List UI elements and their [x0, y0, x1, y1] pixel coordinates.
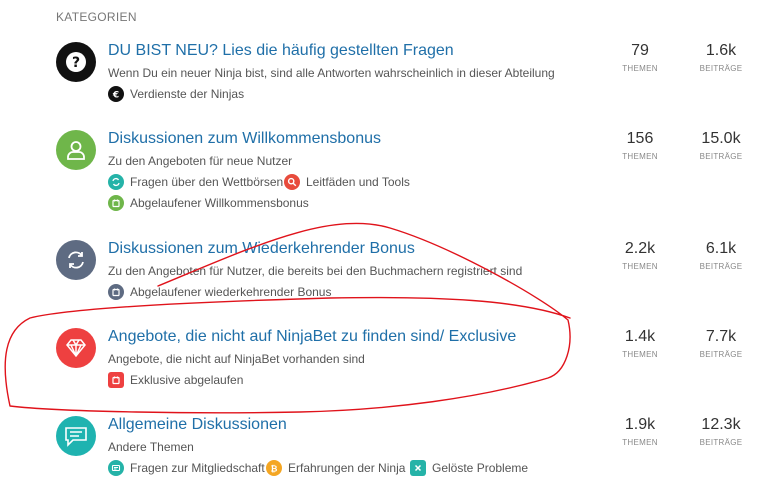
topics-label: THEMEN [622, 152, 658, 161]
topics-label: THEMEN [622, 262, 658, 271]
subcategory-label: Leitfäden und Tools [306, 175, 410, 189]
chat-icon [56, 416, 96, 456]
posts-count: 1.6k [705, 42, 737, 59]
posts-count: 7.7k [705, 328, 737, 345]
posts-label: BEITRÄGE [699, 262, 743, 271]
refresh-icon [56, 240, 96, 280]
posts-label: BEITRÄGE [699, 152, 743, 161]
category-title[interactable]: Angebote, die nicht auf NinjaBet zu find… [108, 328, 516, 346]
posts-stat: 12.3k BEITRÄGE [686, 416, 756, 447]
subcategory-link[interactable]: Abgelaufener Willkommensbonus [108, 195, 309, 211]
topics-label: THEMEN [622, 438, 658, 447]
posts-label: BEITRÄGE [699, 438, 743, 447]
posts-count: 6.1k [705, 240, 737, 257]
posts-stat: 6.1k BEITRÄGE [686, 240, 756, 271]
calendar-icon [108, 195, 124, 211]
subcategory-label: Abgelaufener Willkommensbonus [130, 196, 309, 210]
subcategory-link[interactable]: Gelöste Probleme [410, 460, 528, 476]
section-title: KATEGORIEN [56, 10, 137, 24]
diamond-icon [56, 328, 96, 368]
subcategory-link[interactable]: Abgelaufener wiederkehrender Bonus [108, 284, 331, 300]
category-title[interactable]: DU BIST NEU? Lies die häufig gestellten … [108, 42, 454, 60]
category-title[interactable]: Diskussionen zum Willkommensbonus [108, 130, 381, 148]
euro-icon: € [108, 86, 124, 102]
topics-stat: 79 THEMEN [605, 42, 675, 73]
posts-stat: 1.6k BEITRÄGE [686, 42, 756, 73]
subcategory-label: Verdienste der Ninjas [130, 87, 245, 101]
subcategory-link[interactable]: Exklusive abgelaufen [108, 372, 243, 388]
posts-label: BEITRÄGE [699, 350, 743, 359]
close-icon [410, 460, 426, 476]
subcategory-link[interactable]: ₿ Erfahrungen der Ninja [266, 460, 405, 476]
topics-stat: 2.2k THEMEN [605, 240, 675, 271]
question-icon: ? [56, 42, 96, 82]
topics-count: 156 [626, 130, 654, 147]
subcategory-link[interactable]: € Verdienste der Ninjas [108, 86, 244, 102]
subcategory-label: Abgelaufener wiederkehrender Bonus [130, 285, 332, 299]
calendar-icon [108, 372, 124, 388]
card-icon [108, 460, 124, 476]
posts-stat: 15.0k BEITRÄGE [686, 130, 756, 161]
category-description: Zu den Angeboten für Nutzer, die bereits… [108, 264, 523, 278]
calendar-icon [108, 284, 124, 300]
topics-label: THEMEN [622, 350, 658, 359]
subcategory-label: Erfahrungen der Ninja [288, 461, 406, 475]
subcategory-label: Fragen über den Wettbörsen [130, 175, 284, 189]
topics-label: THEMEN [622, 64, 658, 73]
subcategory-link[interactable]: Leitfäden und Tools [284, 174, 410, 190]
topics-stat: 1.9k THEMEN [605, 416, 675, 447]
category-description: Wenn Du ein neuer Ninja bist, sind alle … [108, 66, 555, 80]
subcategory-link[interactable]: Fragen zur Mitgliedschaft [108, 460, 265, 476]
topics-stat: 1.4k THEMEN [605, 328, 675, 359]
topics-count: 2.2k [624, 240, 656, 257]
subcategory-label: Gelöste Probleme [432, 461, 529, 475]
topics-count: 1.9k [624, 416, 656, 433]
search-icon [284, 174, 300, 190]
subcategory-label: Fragen zur Mitgliedschaft [130, 461, 265, 475]
category-description: Zu den Angeboten für neue Nutzer [108, 154, 293, 168]
svg-text:?: ? [72, 55, 80, 71]
posts-count: 12.3k [701, 416, 741, 433]
posts-stat: 7.7k BEITRÄGE [686, 328, 756, 359]
category-title[interactable]: Diskussionen zum Wiederkehrender Bonus [108, 240, 415, 258]
svg-text:₿: ₿ [271, 464, 278, 474]
posts-count: 15.0k [701, 130, 741, 147]
category-description: Andere Themen [108, 440, 194, 454]
category-title[interactable]: Allgemeine Diskussionen [108, 416, 287, 434]
subcategory-label: Exklusive abgelaufen [130, 373, 244, 387]
topics-count: 1.4k [624, 328, 656, 345]
subcategory-link[interactable]: Fragen über den Wettbörsen [108, 174, 283, 190]
refresh-icon [108, 174, 124, 190]
topics-count: 79 [631, 42, 649, 59]
posts-label: BEITRÄGE [699, 64, 743, 73]
svg-text:€: € [112, 91, 119, 100]
category-description: Angebote, die nicht auf NinjaBet vorhand… [108, 352, 365, 366]
bitcoin-icon: ₿ [266, 460, 282, 476]
user-icon [56, 130, 96, 170]
topics-stat: 156 THEMEN [605, 130, 675, 161]
